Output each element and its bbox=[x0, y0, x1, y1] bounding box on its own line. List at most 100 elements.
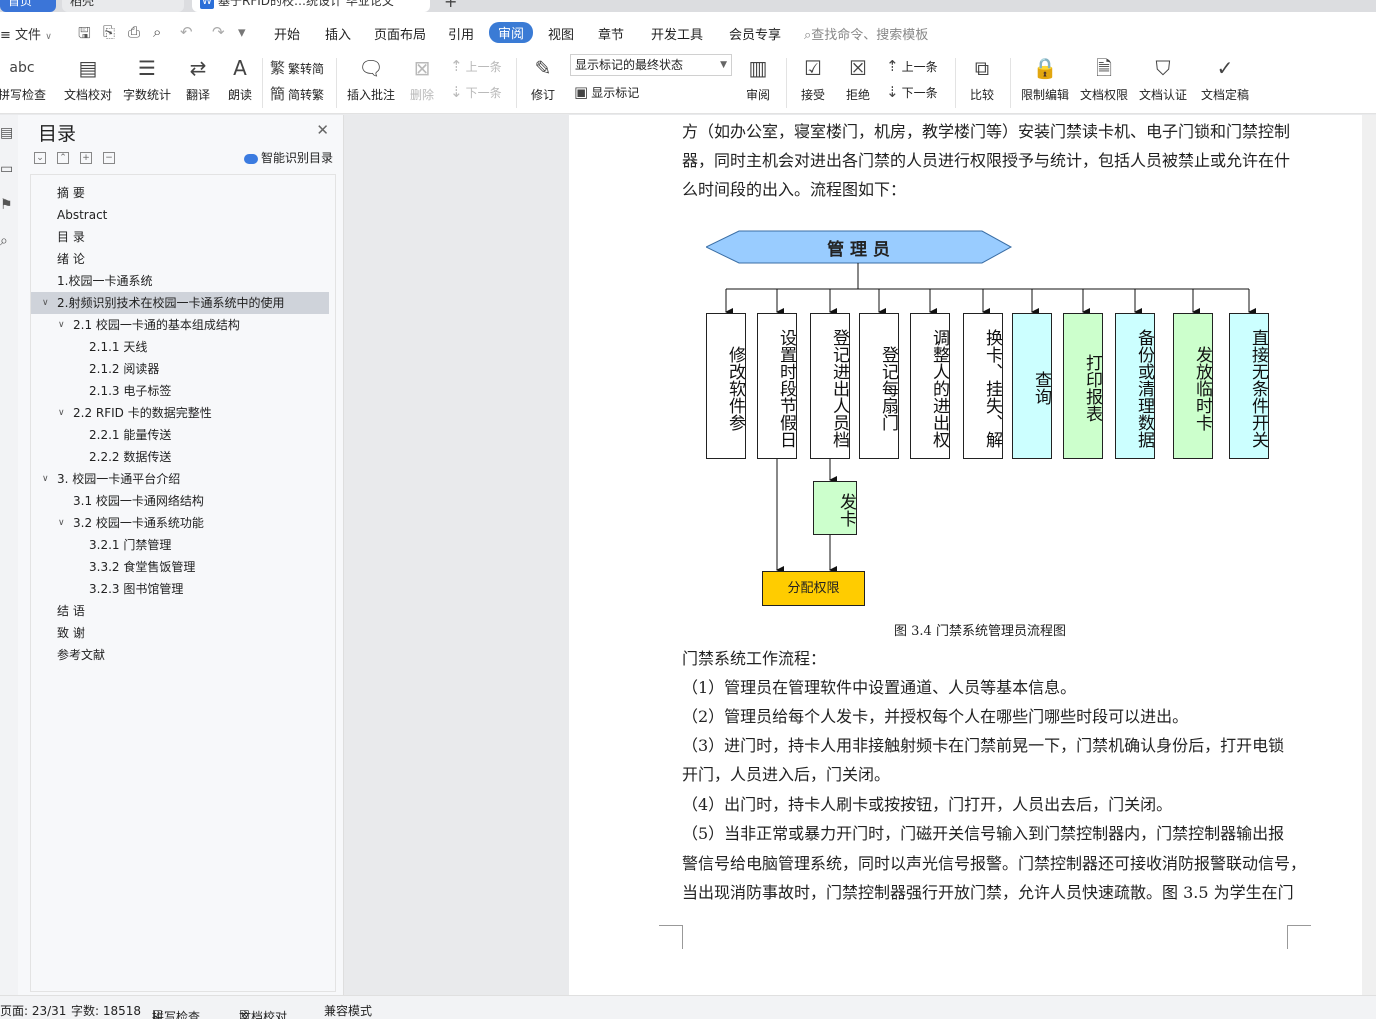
finalize-doc-button[interactable]: ✓ 文档定稿 bbox=[1200, 54, 1250, 103]
menu-review[interactable]: 审阅 bbox=[489, 22, 534, 43]
toc-item[interactable]: 3.3.2 食堂售饭管理 bbox=[31, 556, 329, 578]
toc-item[interactable]: 2.2.2 数据传送 bbox=[31, 446, 329, 468]
reject-button[interactable]: ☒ 拒绝 bbox=[840, 54, 876, 103]
add-heading-icon[interactable]: + bbox=[80, 152, 92, 164]
toc-item[interactable]: Abstract bbox=[31, 204, 329, 226]
menu-start[interactable]: 开始 bbox=[274, 24, 300, 43]
page-indicator[interactable]: 页面: 23/31 bbox=[0, 1002, 66, 1019]
toc-item[interactable]: 结 语 bbox=[31, 600, 329, 622]
toc-toggle-icon[interactable]: ∨ bbox=[58, 512, 65, 534]
next-change-button[interactable]: ⇣ 下一条 bbox=[886, 83, 938, 101]
toc-toggle-icon[interactable]: ∨ bbox=[42, 468, 49, 490]
next-comment-icon: ⇣ bbox=[450, 83, 463, 101]
menu-view[interactable]: 视图 bbox=[548, 24, 574, 43]
toc-item[interactable]: ∨ 2.1 校园一卡通的基本组成结构 bbox=[31, 314, 329, 336]
smart-toc-button[interactable]: 智能识别目录 bbox=[243, 149, 333, 166]
redo-icon[interactable]: ↷ bbox=[212, 23, 225, 41]
paragraph-line: 开门，人员进入后，门关闭。 bbox=[682, 765, 891, 784]
menu-page-layout[interactable]: 页面布局 bbox=[374, 24, 426, 43]
doc-rights-button[interactable]: 🗎 文档权限 bbox=[1079, 54, 1129, 103]
markup-state-select[interactable]: 显示标记的最终状态 ▼ bbox=[570, 54, 732, 76]
close-icon[interactable]: ✕ bbox=[316, 121, 329, 139]
toc-toggle-icon[interactable]: ∨ bbox=[58, 314, 65, 336]
toc-item[interactable]: 2.1.2 阅读器 bbox=[31, 358, 329, 380]
tab-document[interactable]: W 基于RFID的校…统设计 毕业论文 bbox=[192, 0, 430, 12]
chapter-icon[interactable]: ▭ bbox=[0, 161, 13, 177]
flowchart-box: 登记每扇门 bbox=[859, 313, 899, 459]
customize-dropdown-icon[interactable]: ▾ bbox=[238, 23, 246, 41]
toc-item[interactable]: 3.2.1 门禁管理 bbox=[31, 534, 329, 556]
export-icon[interactable]: ⎘ bbox=[103, 23, 115, 41]
reject-icon: ☒ bbox=[849, 56, 867, 80]
toc-item[interactable]: 2.2.1 能量传送 bbox=[31, 424, 329, 446]
menu-developer[interactable]: 开发工具 bbox=[651, 24, 703, 43]
toc-item[interactable]: 2.1.3 电子标签 bbox=[31, 380, 329, 402]
toc-item[interactable]: 参考文献 bbox=[31, 644, 329, 666]
flowchart-box: 查询 bbox=[1012, 313, 1052, 459]
doc-proof-button[interactable]: ▤ 文档校对 bbox=[63, 54, 113, 103]
toc-item[interactable]: 目 录 bbox=[31, 226, 329, 248]
read-aloud-button[interactable]: A 朗读 bbox=[226, 54, 254, 103]
toc-item[interactable]: ∨ 2.射频识别技术在校园一卡通系统中的使用 bbox=[31, 292, 329, 314]
simp-to-trad-button[interactable]: 簡简转繁 bbox=[270, 83, 324, 104]
prev-change-button[interactable]: ⇡ 上一条 bbox=[886, 57, 938, 75]
toc-item[interactable]: 摘 要 bbox=[31, 182, 329, 204]
doc-cert-button[interactable]: ⛉ 文档认证 bbox=[1138, 54, 1188, 103]
ribbon-divider bbox=[516, 58, 517, 108]
hamburger-icon: ≡ bbox=[0, 28, 16, 43]
print-preview-icon[interactable]: ⌕ bbox=[153, 23, 161, 41]
compare-button[interactable]: ⧉ 比较 bbox=[964, 54, 1000, 103]
insert-comment-button[interactable]: 🗨 插入批注 bbox=[346, 54, 396, 103]
spell-check-button[interactable]: abc 拼写检查 bbox=[0, 54, 46, 103]
tab-home[interactable]: 首页 bbox=[0, 0, 56, 12]
toc-panel-icon[interactable]: ▤ bbox=[0, 125, 13, 141]
toc-item[interactable]: ∨ 3.2 校园一卡通系统功能 bbox=[31, 512, 329, 534]
menu-references[interactable]: 引用 bbox=[448, 24, 474, 43]
toc-item[interactable]: 3.2.3 图书馆管理 bbox=[31, 578, 329, 600]
print-icon[interactable]: ⎙ bbox=[128, 23, 140, 41]
smart-icon bbox=[243, 153, 258, 164]
track-changes-button[interactable]: ✎ 修订 bbox=[526, 54, 560, 103]
prev-comment-button[interactable]: ⇡ 上一条 bbox=[450, 57, 502, 75]
toc-item[interactable]: 1.校园一卡通系统 bbox=[31, 270, 329, 292]
toc-toggle-icon[interactable]: ∨ bbox=[42, 292, 49, 314]
collapse-all-icon[interactable]: ⌃ bbox=[57, 152, 69, 164]
menu-insert[interactable]: 插入 bbox=[325, 24, 351, 43]
menu-chapter[interactable]: 章节 bbox=[598, 24, 624, 43]
remove-heading-icon[interactable]: − bbox=[103, 152, 115, 164]
toc-item[interactable]: 2.1.1 天线 bbox=[31, 336, 329, 358]
toc-item-label: 参考文献 bbox=[57, 648, 106, 662]
search-icon[interactable]: ⌕ bbox=[0, 233, 8, 249]
accept-button[interactable]: ☑ 接受 bbox=[795, 54, 831, 103]
trad-to-simp-button[interactable]: 繁繁转简 bbox=[270, 57, 324, 78]
file-menu[interactable]: ≡ 文件 ∨ bbox=[0, 24, 52, 43]
toc-toggle-icon[interactable]: ∨ bbox=[58, 402, 65, 424]
review-pane-button[interactable]: ▥ 审阅 bbox=[740, 54, 776, 103]
toc-item[interactable]: 致 谢 bbox=[31, 622, 329, 644]
status-bar: 页面: 23/31 字数: 18518 ☑ 拼写检查 ☒ 文档校对 兼容模式 bbox=[0, 995, 1376, 1019]
toc-item[interactable]: ∨ 2.2 RFID 卡的数据完整性 bbox=[31, 402, 329, 424]
vertical-scrollbar[interactable] bbox=[1362, 115, 1376, 995]
toc-item[interactable]: ∨ 3. 校园一卡通平台介绍 bbox=[31, 468, 329, 490]
restrict-editing-button[interactable]: 🔒 限制编辑 bbox=[1020, 54, 1070, 103]
word-count-button[interactable]: ☰ 字数统计 bbox=[122, 54, 172, 103]
tab-daoke[interactable]: 稻壳 bbox=[62, 0, 184, 12]
bookmark-icon[interactable]: ⚑ bbox=[0, 197, 13, 213]
new-tab-button[interactable]: + bbox=[444, 0, 457, 11]
toc-item-label: 2.射频识别技术在校园一卡通系统中的使用 bbox=[57, 296, 285, 310]
expand-all-icon[interactable]: ⌄ bbox=[34, 152, 46, 164]
command-search[interactable]: ⌕查找命令、搜索模板 bbox=[804, 24, 928, 43]
save-icon[interactable]: 🖫 bbox=[78, 23, 91, 48]
toc-item-label: 绪 论 bbox=[57, 252, 85, 266]
word-count[interactable]: 字数: 18518 bbox=[71, 1002, 141, 1019]
toc-item[interactable]: 3.1 校园一卡通网络结构 bbox=[31, 490, 329, 512]
next-comment-button[interactable]: ⇣ 下一条 bbox=[450, 83, 502, 101]
delete-comment-button[interactable]: ⊠ 删除 bbox=[404, 54, 440, 103]
menu-member[interactable]: 会员专享 bbox=[729, 24, 781, 43]
toc-item-label: 2.2 RFID 卡的数据完整性 bbox=[73, 406, 212, 420]
show-markup-button[interactable]: ▣ 显示标记 bbox=[574, 83, 639, 101]
undo-icon[interactable]: ↶ bbox=[180, 23, 193, 41]
toc-item[interactable]: 绪 论 bbox=[31, 248, 329, 270]
translate-button[interactable]: ⇄ 翻译 bbox=[181, 54, 215, 103]
paragraph-line: 器，同时主机会对进出各门禁的人员进行权限授予与统计，包括人员被禁止或允许在什 bbox=[682, 151, 1291, 170]
